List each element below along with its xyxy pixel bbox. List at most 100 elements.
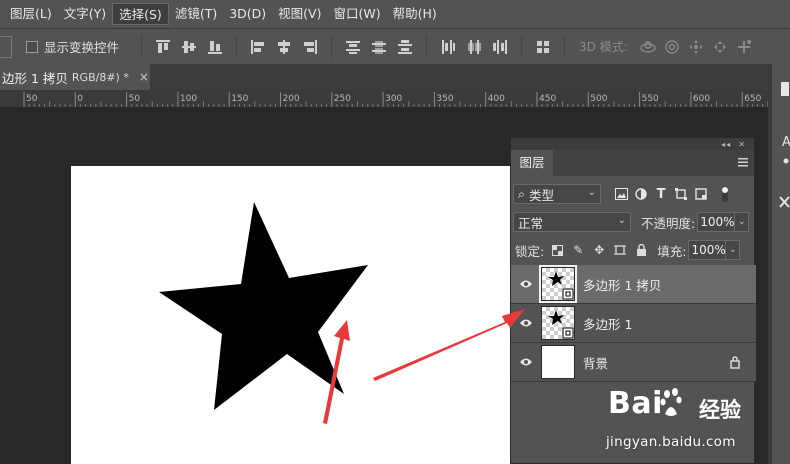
- ruler-label: 150: [231, 94, 248, 104]
- star-shape[interactable]: [71, 166, 531, 464]
- layer-thumbnail: [541, 306, 575, 340]
- distribute-top-icon[interactable]: [342, 36, 364, 58]
- divider: [426, 35, 428, 58]
- visibility-eye-icon[interactable]: [511, 304, 541, 343]
- menu-filter[interactable]: 滤镜(T): [169, 3, 223, 25]
- menu-layer[interactable]: 图层(L): [4, 3, 58, 25]
- layer-name: 多边形 1: [583, 316, 633, 332]
- lock-label: 锁定:: [515, 243, 545, 259]
- ruler-label: 0: [77, 94, 83, 104]
- divider: [521, 35, 523, 58]
- distribute-left-icon[interactable]: [437, 36, 459, 58]
- visibility-eye-icon[interactable]: [511, 343, 541, 382]
- 3d-rotate-icon[interactable]: [636, 36, 660, 58]
- lock-fill-row: 锁定: ✎ ✥ 填充: 100% ⌄: [511, 240, 756, 260]
- blend-mode-select[interactable]: 正常 ⌄: [513, 212, 631, 232]
- panel-tab-strip: 图层: [511, 150, 754, 176]
- align-vertical-centers-icon[interactable]: [178, 36, 200, 58]
- ruler-label: 300: [385, 94, 402, 104]
- panel-collapse-bar[interactable]: ◂◂ ✕: [511, 138, 754, 150]
- filter-pixel-icon[interactable]: [611, 184, 631, 204]
- search-icon: ⌕: [518, 186, 526, 201]
- chevron-down-icon: ⌄: [617, 215, 626, 226]
- close-icon[interactable]: ×: [139, 70, 149, 84]
- align-left-edges-icon[interactable]: [247, 36, 269, 58]
- lock-position-icon[interactable]: ✥: [590, 241, 608, 259]
- chevron-down-icon: ⌄: [587, 187, 596, 198]
- watermark-url: jingyan.baidu.com: [606, 434, 736, 450]
- filter-adjustment-icon[interactable]: [631, 184, 651, 204]
- menu-bar: 图层(L) 文字(Y) 选择(S) 滤镜(T) 3D(D) 视图(V) 窗口(W…: [0, 0, 790, 28]
- layer-filter-select[interactable]: ⌕ 类型 ⌄: [513, 184, 601, 204]
- menu-3d[interactable]: 3D(D): [223, 3, 272, 25]
- ruler-label: 500: [590, 94, 607, 104]
- align-bottom-edges-icon[interactable]: [204, 36, 226, 58]
- auto-align-icon[interactable]: [532, 36, 554, 58]
- star-thumbnail-icon: [548, 271, 574, 300]
- show-transform-controls-checkbox[interactable]: [26, 40, 38, 53]
- align-right-edges-icon[interactable]: [299, 36, 321, 58]
- menu-select[interactable]: 选择(S): [112, 3, 169, 25]
- panel-menu-icon[interactable]: [738, 157, 748, 167]
- lock-transparent-pixels-icon[interactable]: [548, 241, 566, 259]
- lock-icon[interactable]: [728, 355, 742, 369]
- 3d-roll-icon[interactable]: [660, 36, 684, 58]
- lock-artboard-icon[interactable]: [611, 241, 629, 259]
- menu-window[interactable]: 窗口(W): [327, 3, 386, 25]
- menu-type[interactable]: 文字(Y): [58, 3, 112, 25]
- layer-row-polygon-copy[interactable]: 多边形 1 拷贝: [511, 265, 756, 304]
- lock-all-icon[interactable]: [632, 241, 650, 259]
- tool-preset-dropdown[interactable]: [0, 35, 12, 58]
- filter-toggle-icon[interactable]: [715, 184, 735, 204]
- align-horizontal-centers-icon[interactable]: [273, 36, 295, 58]
- layer-thumbnail: [541, 345, 575, 379]
- filter-type-icon[interactable]: T: [651, 184, 671, 204]
- ruler-label: 50: [26, 94, 38, 104]
- document-tab[interactable]: 边形 1 拷贝 RGB/8#) * ×: [0, 64, 150, 90]
- visibility-eye-icon[interactable]: [511, 265, 541, 304]
- distribute-vcenter-icon[interactable]: [368, 36, 390, 58]
- 3d-pan-icon[interactable]: [684, 36, 708, 58]
- ruler-label: 450: [539, 94, 556, 104]
- watermark-brand-tail: 经验: [699, 398, 741, 422]
- layer-row-background[interactable]: 背景: [511, 343, 756, 382]
- align-top-edges-icon[interactable]: [152, 36, 174, 58]
- opacity-input[interactable]: 100%: [697, 212, 736, 232]
- ruler-label: 400: [488, 94, 505, 104]
- show-transform-controls-label: 显示变换控件: [44, 40, 120, 55]
- chevron-down-icon[interactable]: ⌄: [735, 212, 750, 232]
- menu-help[interactable]: 帮助(H): [387, 3, 443, 25]
- filter-smart-object-icon[interactable]: [691, 184, 711, 204]
- divider: [331, 35, 333, 58]
- distribute-hcenter-icon[interactable]: [463, 36, 485, 58]
- star-thumbnail-icon: [548, 310, 574, 339]
- watermark-brand: Bai: [608, 386, 663, 421]
- opacity-label: 不透明度:: [641, 215, 696, 231]
- svg-text:A: A: [782, 135, 790, 150]
- ruler-scale: 50 0 50 100 150 200 250 300 350 400 450 500 550 600 65…: [23, 92, 768, 107]
- blend-mode-value: 正常: [518, 215, 544, 231]
- document-tab-bar: 边形 1 拷贝 RGB/8#) * ×: [0, 64, 768, 90]
- layer-thumbnail: [539, 265, 577, 303]
- divider: [141, 35, 143, 58]
- dock-icons: A: [779, 82, 790, 208]
- divider: [564, 35, 566, 58]
- fill-input[interactable]: 100%: [688, 240, 727, 260]
- distribute-bottom-icon[interactable]: [394, 36, 416, 58]
- layer-name: 背景: [583, 355, 609, 371]
- chevron-down-icon[interactable]: ⌄: [726, 240, 741, 260]
- tab-layers[interactable]: 图层: [511, 150, 553, 176]
- 3d-scale-icon[interactable]: [732, 36, 756, 58]
- distribute-right-icon[interactable]: [489, 36, 511, 58]
- document-canvas[interactable]: [71, 166, 531, 464]
- document-tab-mode: RGB/8#) *: [71, 70, 129, 84]
- menu-view[interactable]: 视图(V): [272, 3, 327, 25]
- 3d-slide-icon[interactable]: [708, 36, 732, 58]
- layer-row-polygon[interactable]: 多边形 1: [511, 304, 756, 343]
- lock-image-pixels-icon[interactable]: ✎: [569, 241, 587, 259]
- ruler-label: 50: [129, 94, 141, 104]
- ruler-label: 200: [283, 94, 300, 104]
- filter-shape-icon[interactable]: [671, 184, 691, 204]
- layer-filter-row: ⌕ 类型 ⌄ T: [511, 184, 756, 204]
- ruler-label: 650: [744, 94, 761, 104]
